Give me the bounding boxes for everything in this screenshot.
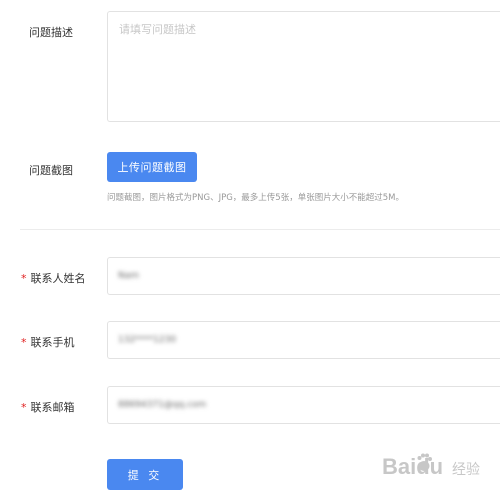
- contact-phone-value: 132****1230: [118, 335, 177, 345]
- description-placeholder: 请填写问题描述: [119, 23, 196, 36]
- contact-name-label: * 联系人姓名: [21, 270, 86, 286]
- required-mark: *: [21, 272, 27, 285]
- upload-screenshot-button[interactable]: 上传问题截图: [107, 152, 197, 182]
- baidu-watermark-logo: Baidu 经验: [382, 453, 480, 479]
- contact-email-input[interactable]: 88694371@qq.com: [107, 386, 500, 424]
- contact-phone-label-text: 联系手机: [30, 336, 75, 349]
- contact-name-input[interactable]: Nam: [107, 257, 500, 295]
- contact-phone-input[interactable]: 132****1230: [107, 321, 500, 359]
- watermark-brand: Baidu: [382, 454, 443, 479]
- watermark-tagline: 经验: [452, 462, 480, 478]
- contact-phone-label: * 联系手机: [21, 334, 75, 350]
- contact-email-value: 88694371@qq.com: [118, 400, 207, 410]
- contact-name-value: Nam: [118, 271, 140, 281]
- required-mark: *: [21, 401, 27, 414]
- screenshot-label: 问题截图: [29, 164, 73, 177]
- feedback-form: 问题描述 请填写问题描述 问题截图 上传问题截图 问题截图，图片格式为PNG、J…: [0, 0, 500, 497]
- contact-name-label-text: 联系人姓名: [30, 272, 86, 285]
- description-textarea[interactable]: 请填写问题描述: [107, 11, 500, 122]
- description-label: 问题描述: [29, 26, 73, 39]
- submit-button[interactable]: 提 交: [107, 459, 183, 490]
- required-mark: *: [21, 336, 27, 349]
- contact-email-label-text: 联系邮箱: [30, 401, 75, 414]
- contact-email-label: * 联系邮箱: [21, 399, 75, 415]
- upload-hint: 问题截图，图片格式为PNG、JPG，最多上传5张，单张图片大小不能超过5M。: [107, 193, 404, 203]
- section-divider: [20, 229, 500, 230]
